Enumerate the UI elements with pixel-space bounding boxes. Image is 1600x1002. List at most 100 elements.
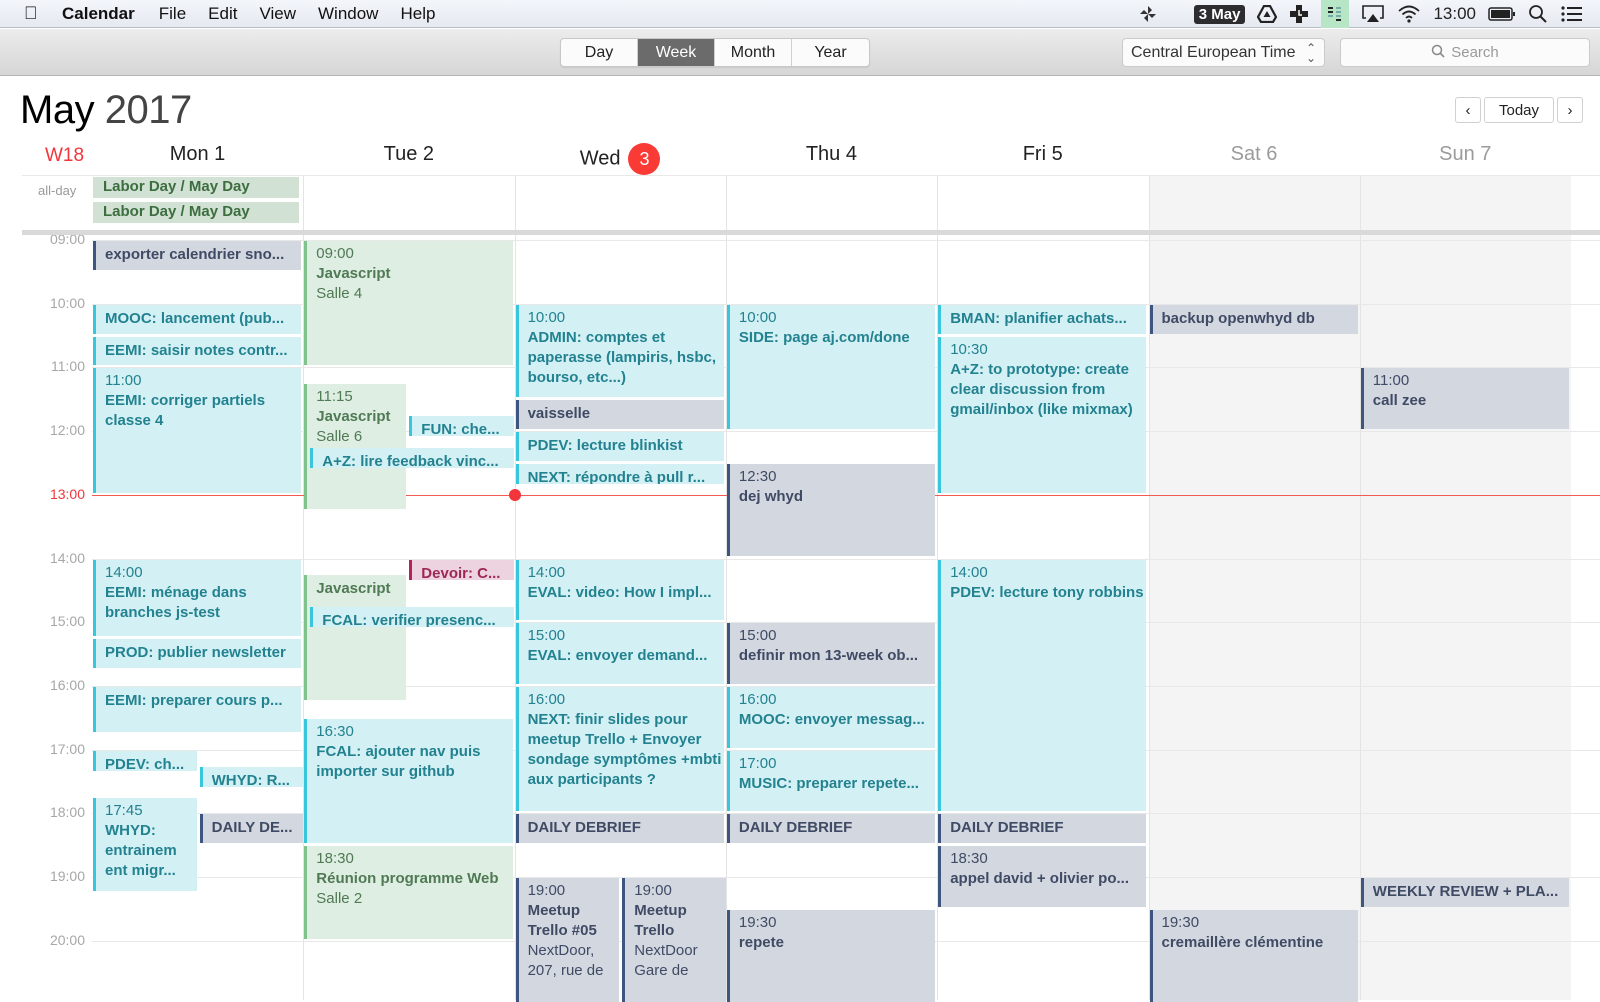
calendar-event[interactable]: DAILY DEBRIEF [726,814,936,844]
calendar-event[interactable]: 14:00 PDEV: lecture tony robbins [938,559,1147,812]
calendar-event[interactable]: vaisselle [515,400,724,430]
event-time: 16:30 [316,722,354,740]
calendar-event[interactable]: exporter calendrier sno... [93,241,302,270]
calendar-event[interactable]: Javascript [304,575,407,700]
calendar-event[interactable]: 14:00 EEMI: ménage dans branches js-test [93,559,302,637]
battery-icon[interactable] [1488,0,1516,28]
calendar-event[interactable]: 19:30 cremaillère clémentine [1149,909,1358,1002]
menu-file[interactable]: File [159,4,186,24]
tab-day[interactable]: Day [561,39,638,66]
view-segmented-control: Day Week Month Year [560,38,870,67]
calendar-event[interactable]: 10:00 ADMIN: comptes et paperasse (lampir… [515,304,724,398]
event-title: WHYD: entrainem ent migr... [105,822,177,880]
menu-edit[interactable]: Edit [208,4,237,24]
calendar-event[interactable]: DAILY DE... [199,814,304,844]
calendar-event[interactable]: 19:00 Meetup Trello NextDoor Gare de [622,878,726,1002]
apple-menu-icon[interactable]:  [24,3,48,24]
clock[interactable]: 13:00 [1433,0,1476,28]
calendar-event[interactable]: 15:00 EVAL: envoyer demand... [515,623,724,684]
calendar-event[interactable]: 11:15 Javascript Salle 6 [304,384,407,509]
event-title: Javascript [316,580,391,598]
day-header-3[interactable]: Thu 4 [726,143,937,166]
previous-week-button[interactable]: ‹ [1455,97,1481,123]
calendar-event[interactable]: EEMI: saisir notes contr... [93,336,302,366]
allday-event[interactable]: Labor Day / May Day [93,202,299,223]
day-header-5[interactable]: Sat 6 [1149,143,1360,166]
calendar-event[interactable]: 15:00 definir mon 13-week ob... [726,623,936,684]
day-header-0[interactable]: Mon 1 [92,143,303,166]
date-badge[interactable]: 3 May [1193,0,1246,28]
day-header-6[interactable]: Sun 7 [1360,143,1571,166]
event-title: WHYD: R... [211,771,290,787]
event-time: 15:00 [527,627,566,645]
calendar-event[interactable]: 10:30 A+Z: to prototype: create clear dis… [938,336,1147,493]
menu-help[interactable]: Help [400,4,435,24]
plus-cross-icon[interactable] [1289,0,1309,28]
calendar-event[interactable]: Devoir: C... [409,559,514,580]
calendar-event[interactable]: 14:00 EVAL: video: How I impl... [515,559,724,621]
hour-label: 11:00 [51,358,85,375]
calendar-event[interactable]: 09:00 Javascript Salle 4 [304,241,513,366]
hour-label: 18:00 [49,804,85,821]
event-time: 16:00 [527,690,566,708]
spotlight-search-icon[interactable] [1528,0,1548,28]
calendar-event[interactable]: MOOC: lancement (pub... [93,304,302,334]
calendar-event[interactable]: 19:00 Meetup Trello #05 NextDoor, 207, rue… [515,878,620,1002]
calendar-event[interactable]: PDEV: lecture blinkist [515,432,724,461]
day-name: Fri 5 [1022,143,1063,165]
calendar-event[interactable]: WHYD: R... [199,766,304,787]
calendar-event[interactable]: backup openwhyd db [1149,304,1358,334]
notification-center-icon[interactable] [1560,0,1584,28]
calendar-event[interactable]: 12:30 dej whyd [726,463,936,557]
calendar-event[interactable]: 16:30 FCAL: ajouter nav puis importer sur… [304,718,513,844]
day-header-2[interactable]: Wed 3 [515,143,726,175]
event-title: PDEV: lecture blinkist [527,437,683,455]
calendar-event[interactable]: A+Z: lire feedback vinc... [310,448,514,469]
calendar-event[interactable]: 17:00 MUSIC: preparer repete... [726,750,936,812]
today-button[interactable]: Today [1484,97,1554,123]
calendar-event[interactable]: WEEKLY REVIEW + PLA... [1360,878,1570,907]
event-time: 19:30 [1161,913,1200,931]
timezone-select[interactable]: Central European Time ⌃ ⌄ [1122,38,1325,67]
event-title: A+Z: lire feedback vinc... [322,453,499,469]
calendar-event[interactable]: 17:45 WHYD: entrainem ent migr... [93,798,197,891]
calendar-event[interactable]: DAILY DEBRIEF [515,814,724,844]
calendar-event[interactable]: BMAN: planifier achats... [938,304,1147,334]
menu-view[interactable]: View [259,4,296,24]
day-header-1[interactable]: Tue 2 [303,143,514,166]
tab-week[interactable]: Week [638,39,715,66]
wifi-icon[interactable] [1397,0,1421,28]
search-input[interactable]: Search [1340,38,1590,67]
calendar-event[interactable]: FCAL: verifier presenc... [310,607,514,628]
menu-meters-icon[interactable] [1321,0,1350,28]
calendar-event[interactable]: 19:30 repete [726,909,936,1002]
today-badge: 3 [628,143,661,175]
calendar-event[interactable]: 18:30 appel david + olivier po... [938,846,1147,907]
allday-event[interactable]: Labor Day / May Day [93,177,299,198]
calendar-event[interactable]: FUN: che... [409,416,514,437]
calendar-event[interactable]: PROD: publier newsletter [93,639,302,668]
calendar-event[interactable]: 16:00 MOOC: envoyer messag... [726,686,936,748]
status-menu-area: 3 May 13:00 [1132,0,1590,28]
airplay-icon[interactable] [1361,0,1385,28]
calendar-event[interactable]: 18:30 Réunion programme Web Salle 2 [304,846,513,939]
pinwheel-icon[interactable] [1138,0,1158,28]
tab-year[interactable]: Year [792,39,869,66]
tab-month[interactable]: Month [715,39,792,66]
next-week-button[interactable]: › [1557,97,1583,123]
day-header-4[interactable]: Fri 5 [937,143,1148,166]
calendar-event[interactable]: 16:00 NEXT: finir slides pour meetup Trel… [515,686,724,812]
event-title: MOOC: lancement (pub... [105,309,285,327]
event-title: call zee [1372,392,1427,410]
calendar-event[interactable]: PDEV: ch... [93,750,197,771]
menu-window[interactable]: Window [318,4,378,24]
calendar-event[interactable]: DAILY DEBRIEF [938,814,1147,844]
event-title: FUN: che... [421,421,500,437]
google-drive-icon[interactable] [1257,0,1278,28]
calendar-event[interactable]: 10:00 SIDE: page aj.com/done [726,304,936,430]
calendar-event[interactable]: EEMI: preparer cours p... [93,686,302,732]
calendar-event[interactable]: 11:00 EEMI: corriger partiels classe 4 [93,368,302,493]
calendar-event[interactable]: 11:00 call zee [1360,368,1570,430]
calendar-event[interactable]: NEXT: répondre à pull r... [515,463,724,484]
menu-app-calendar[interactable]: Calendar [62,4,135,24]
